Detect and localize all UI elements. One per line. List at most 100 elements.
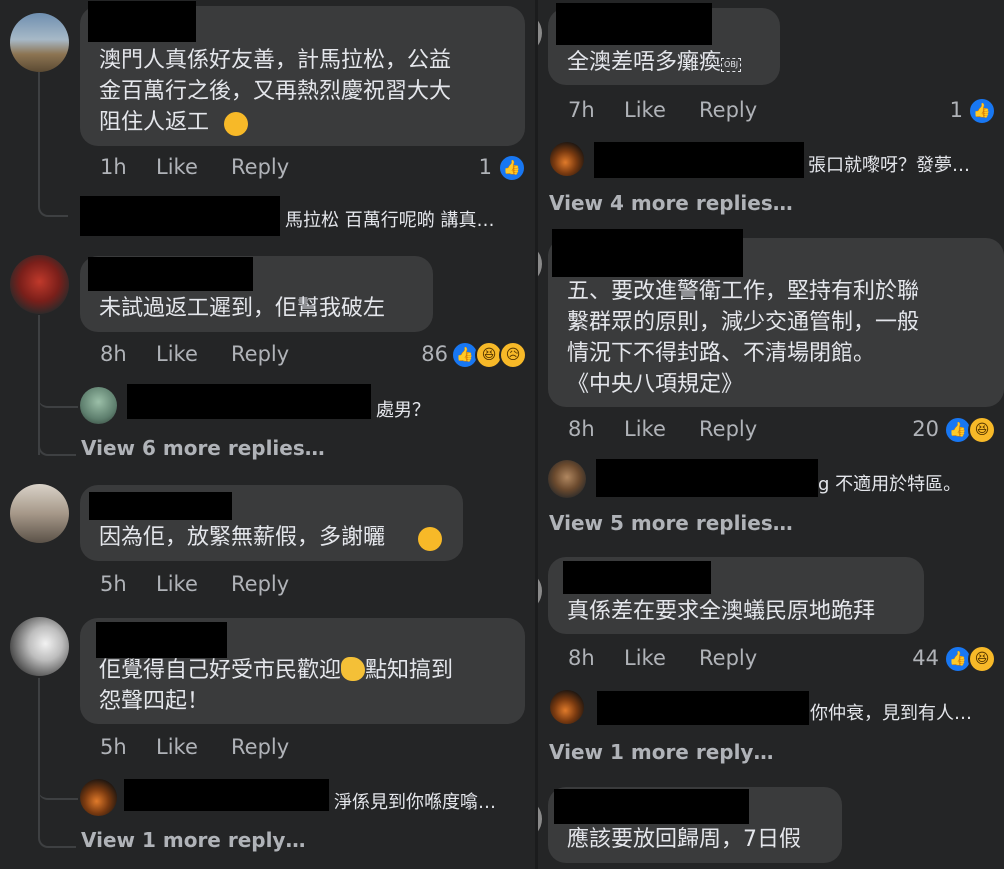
object-replacement-glyph: OBJ — [721, 58, 742, 72]
haha-reaction-icon: 😆 — [968, 416, 996, 444]
commenter-avatar[interactable] — [10, 484, 69, 543]
smirking-emoji-icon — [418, 527, 442, 551]
redacted-username — [594, 142, 804, 178]
commenter-avatar[interactable] — [538, 14, 542, 52]
redacted-username — [552, 229, 743, 277]
comment-actions: 7h Like Reply — [568, 98, 779, 122]
redacted-username — [597, 691, 809, 725]
comment-time[interactable]: 8h — [100, 342, 156, 366]
comment-text: 應該要放回歸周，7日假 — [567, 827, 801, 852]
view-more-replies-link[interactable]: View 1 more reply… — [549, 740, 773, 764]
comment-time[interactable]: 5h — [100, 572, 156, 596]
redacted-username — [127, 384, 371, 419]
reply-button[interactable]: Reply — [699, 646, 779, 670]
redacted-username — [88, 1, 196, 42]
reaction-count[interactable]: 1 — [933, 98, 963, 122]
comment-text: 真係差在要求全澳蟻民原地跪拜 — [567, 599, 876, 624]
reply-button[interactable]: Reply — [699, 98, 779, 122]
like-button[interactable]: Like — [156, 342, 231, 366]
like-button[interactable]: Like — [156, 572, 231, 596]
comment-text: 未試過返工遲到，佢幫我破左 — [99, 296, 386, 321]
comment-time[interactable]: 7h — [568, 98, 624, 122]
thread-connector — [38, 678, 40, 830]
thread-connector — [38, 372, 78, 408]
commenter-avatar[interactable] — [538, 800, 542, 838]
reply-preview-text[interactable]: 淨係見到你喺度噏… — [334, 788, 496, 814]
comment-text-part: 佢覺得自己好受市民歡迎 — [99, 658, 342, 683]
comment-text: 佢覺得自己好受市民歡迎 點知搞到 怨聲四起！ — [99, 655, 519, 717]
reply-button[interactable]: Reply — [699, 417, 779, 441]
comment-text: 澳門人真係好友善，計馬拉松，公益 金百萬行之後，又再熱烈慶祝習大大 阻住人返工 — [99, 48, 452, 135]
comment-time[interactable]: 8h — [568, 646, 624, 670]
view-more-replies-link[interactable]: View 6 more replies… — [81, 436, 325, 460]
reaction-icons[interactable]: 👍 😆 😥 — [451, 341, 527, 369]
reaction-count[interactable]: 86 — [410, 342, 448, 366]
like-button[interactable]: Like — [156, 155, 231, 179]
comment-time[interactable]: 5h — [100, 735, 156, 759]
comment-text: 全澳差唔多癱瘓 OBJ — [567, 47, 742, 78]
reply-avatar[interactable] — [550, 690, 584, 724]
like-button[interactable]: Like — [624, 417, 699, 441]
like-button[interactable]: Like — [624, 98, 699, 122]
redacted-username — [89, 492, 232, 520]
like-reaction-icon: 👍 — [968, 97, 996, 125]
reply-avatar[interactable] — [80, 779, 117, 816]
reply-button[interactable]: Reply — [231, 572, 311, 596]
commenter-avatar[interactable] — [10, 617, 69, 676]
reaction-count[interactable]: 44 — [903, 646, 939, 670]
reply-preview-text[interactable]: 處男？ — [376, 396, 430, 422]
comment-actions: 8h Like Reply — [100, 342, 311, 366]
redacted-username — [554, 789, 749, 824]
redacted-username — [96, 622, 227, 658]
like-button[interactable]: Like — [156, 735, 231, 759]
reply-preview-text[interactable]: 馬拉松 百萬行呢啲 講真… — [285, 206, 494, 232]
comment-actions: 8h Like Reply — [568, 646, 779, 670]
view-more-replies-link[interactable]: View 4 more replies… — [549, 191, 793, 215]
reaction-icons[interactable]: 👍 😆 — [944, 645, 996, 673]
redacted-username — [124, 779, 329, 811]
reply-avatar[interactable] — [548, 460, 586, 498]
commenter-avatar[interactable] — [538, 572, 542, 610]
thread-connector — [38, 430, 76, 456]
redacted-username — [88, 257, 253, 291]
clapping-hands-emoji-icon — [341, 657, 366, 681]
view-more-replies-link[interactable]: View 1 more reply… — [81, 828, 305, 852]
like-button[interactable]: Like — [624, 646, 699, 670]
comment-time[interactable]: 8h — [568, 417, 624, 441]
right-comments-column: 全澳差唔多癱瘓 OBJ 7h Like Reply 1 👍 張口就嚟呀？發夢… V… — [538, 0, 1004, 869]
reply-button[interactable]: Reply — [231, 735, 311, 759]
comment-actions: 1h Like Reply — [100, 155, 311, 179]
reaction-count[interactable]: 20 — [903, 417, 939, 441]
redacted-username — [596, 459, 818, 497]
comment-actions: 8h Like Reply — [568, 417, 779, 441]
reply-preview-text[interactable]: 張口就嚟呀？發夢… — [808, 151, 970, 177]
comment-actions: 5h Like Reply — [100, 735, 311, 759]
reply-preview-text[interactable]: g 不適用於特區。 — [818, 470, 961, 496]
reply-avatar[interactable] — [80, 387, 117, 424]
comment-text: 五、要改進警衛工作，堅持有利於聯 繫群眾的原則，減少交通管制，一般 情況下不得封… — [567, 279, 920, 397]
thread-connector — [38, 72, 68, 217]
reply-avatar[interactable] — [550, 142, 584, 176]
reaction-count[interactable]: 1 — [450, 155, 492, 179]
comment-text-part: 全澳差唔多癱瘓 — [567, 50, 722, 75]
view-more-replies-link[interactable]: View 5 more replies… — [549, 511, 793, 535]
comment-time[interactable]: 1h — [100, 155, 156, 179]
commenter-avatar[interactable] — [10, 255, 69, 314]
left-comments-column: 澳門人真係好友善，計馬拉松，公益 金百萬行之後，又再熱烈慶祝習大大 阻住人返工 … — [0, 0, 535, 869]
commenter-avatar[interactable] — [538, 245, 542, 283]
commenter-avatar[interactable] — [10, 13, 69, 72]
redacted-username — [563, 561, 711, 594]
redacted-username — [556, 3, 712, 45]
comment-actions: 5h Like Reply — [100, 572, 311, 596]
reaction-icons[interactable]: 👍 — [498, 154, 526, 182]
redacted-username — [80, 196, 280, 236]
haha-reaction-icon: 😆 — [968, 645, 996, 673]
like-reaction-icon: 👍 — [498, 154, 526, 182]
reply-preview-text[interactable]: 你仲衰，見到有人… — [810, 699, 972, 725]
reply-button[interactable]: Reply — [231, 155, 311, 179]
thread-connector — [38, 770, 78, 800]
reply-button[interactable]: Reply — [231, 342, 311, 366]
sad-reaction-icon: 😥 — [499, 341, 527, 369]
reaction-icons[interactable]: 👍 — [968, 97, 996, 125]
reaction-icons[interactable]: 👍 😆 — [944, 416, 996, 444]
